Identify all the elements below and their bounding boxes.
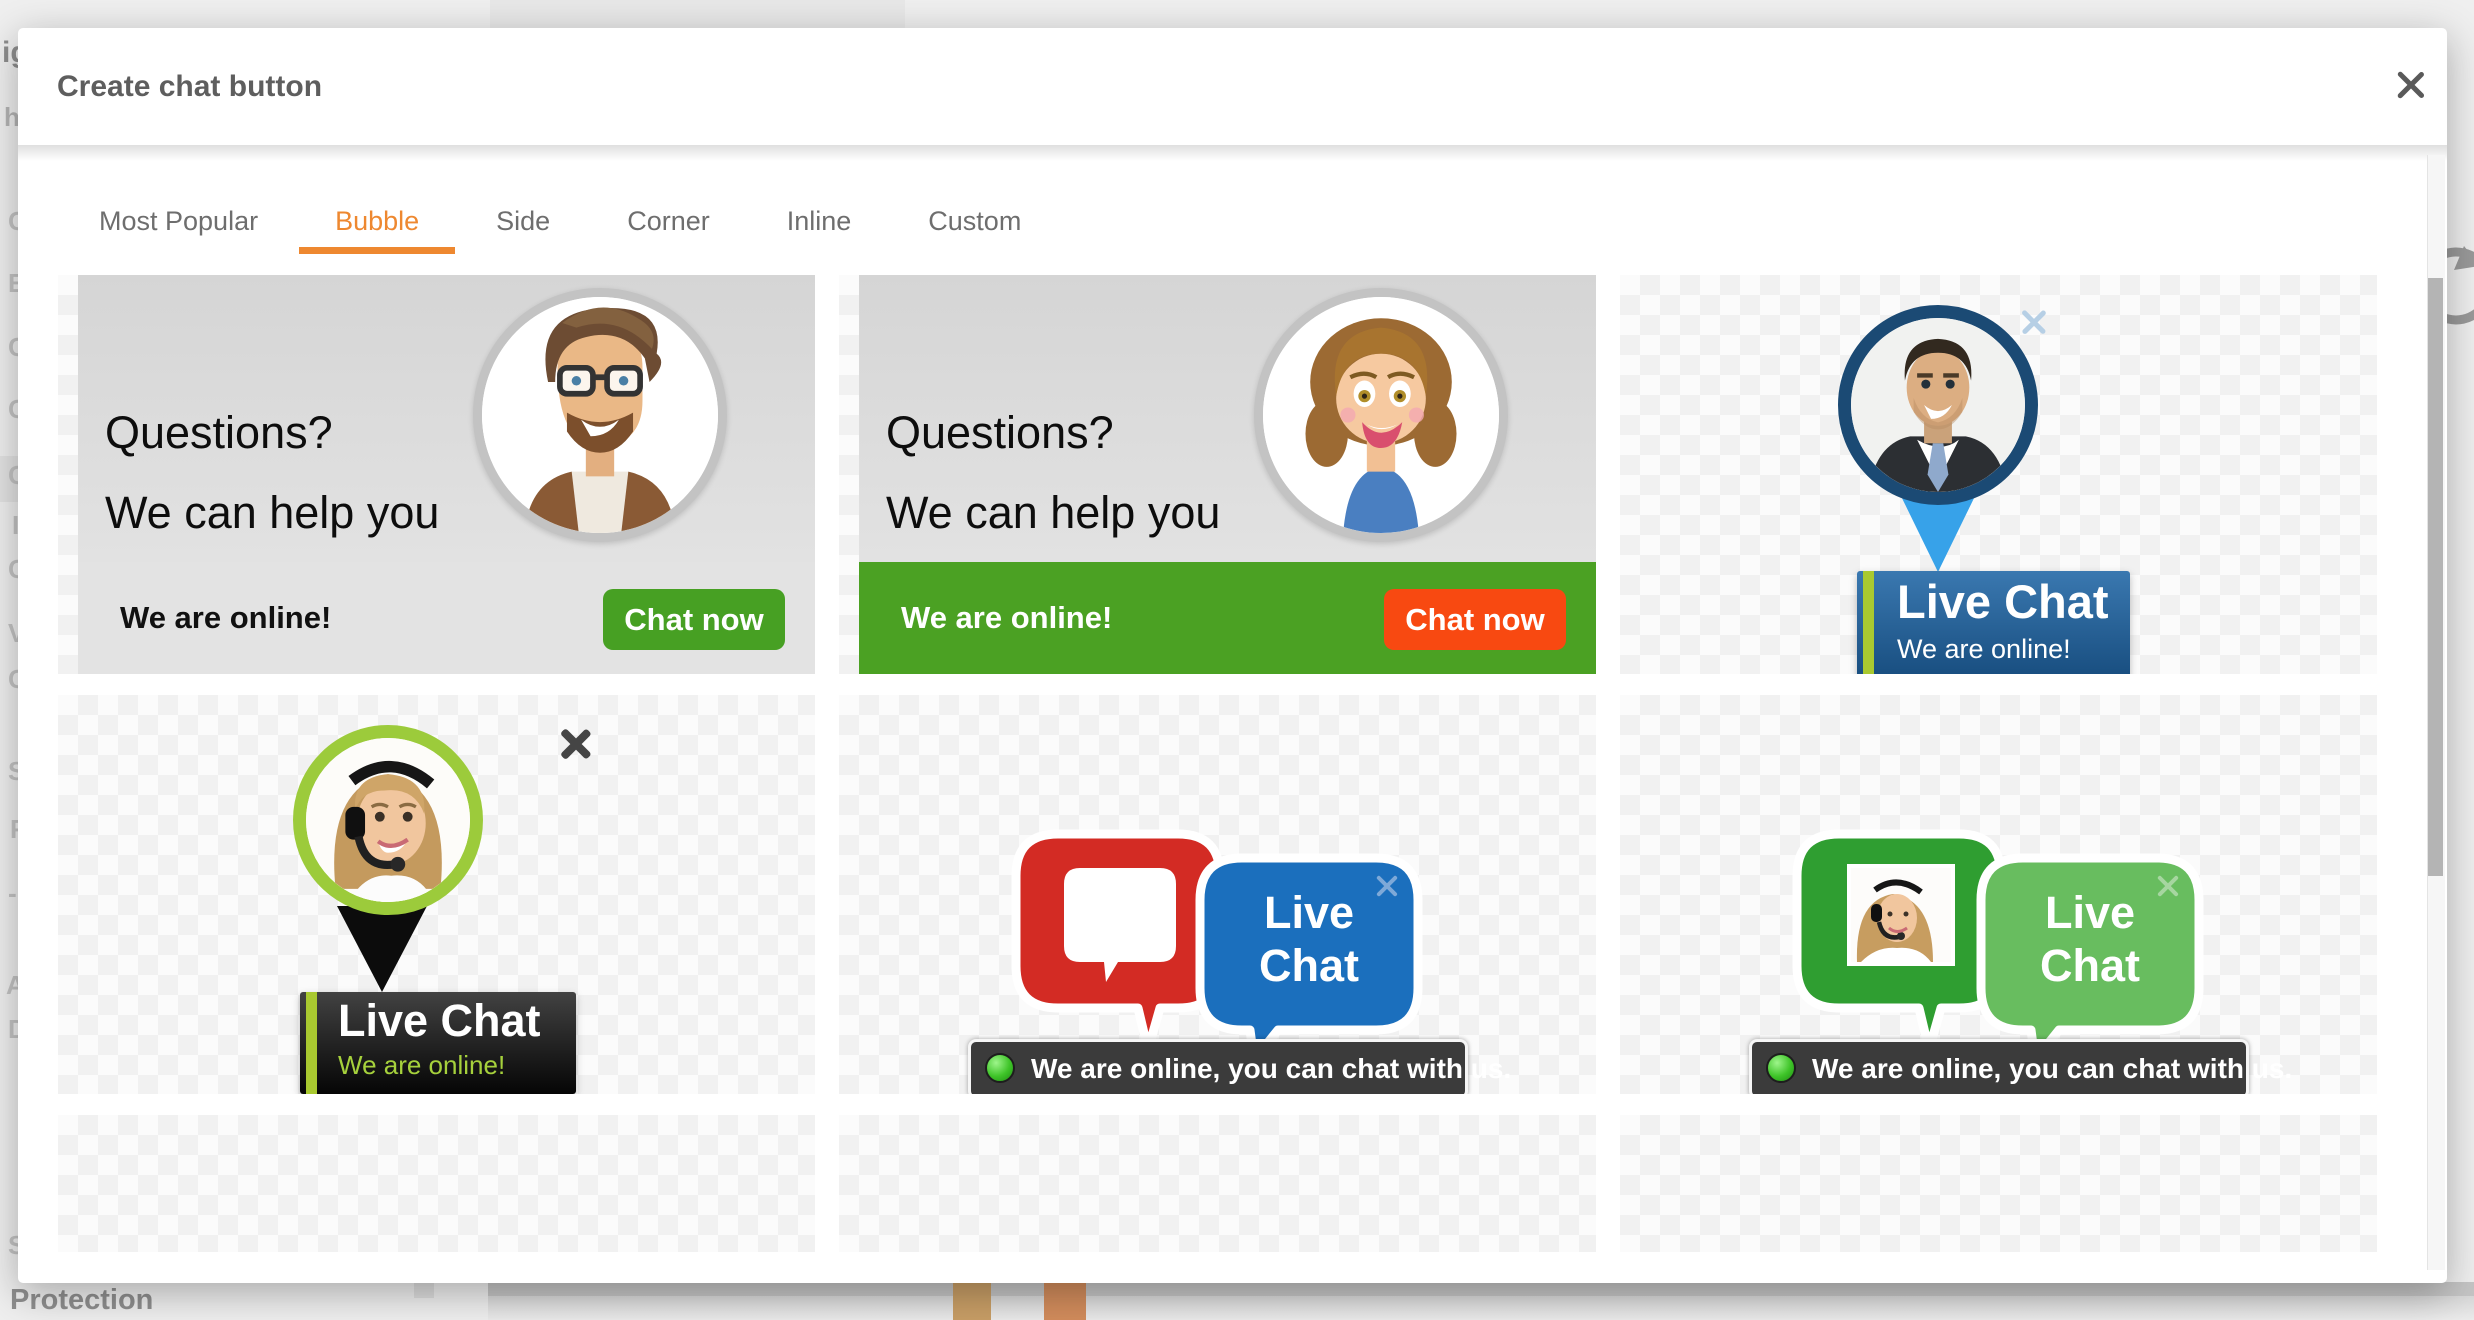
accent-stripe xyxy=(1863,571,1874,674)
status-text: We are online, you can chat with us. xyxy=(1812,1042,2292,1094)
tab-side[interactable]: Side xyxy=(496,204,550,254)
status-text: We are online, you can chat with us. xyxy=(1031,1042,1511,1094)
status-text: We are online! xyxy=(901,562,1112,674)
screen: ig h C E C C C I C V C S F - A D S Prote… xyxy=(0,0,2474,1320)
banner-heading: Questions? We can help you xyxy=(105,393,439,553)
status-text: We are online! xyxy=(120,562,331,674)
pin-pointer xyxy=(337,906,427,992)
template-card-partial[interactable] xyxy=(1620,1115,2377,1252)
agent-avatar-cartoon-woman xyxy=(1254,288,1508,542)
tab-custom[interactable]: Custom xyxy=(928,204,1021,254)
agent-avatar-cartoon-man xyxy=(473,288,727,542)
dialog-title: Create chat button xyxy=(57,70,322,104)
background-color-swatch xyxy=(1044,1282,1086,1320)
live-chat-box: Live Chat We are online! xyxy=(300,992,576,1094)
cartoon-woman-illustration xyxy=(1263,297,1499,533)
close-icon xyxy=(2019,307,2049,337)
status-text: We are online! xyxy=(1897,634,2071,665)
chat-now-button: Chat now xyxy=(603,589,785,650)
template-card-bubbles-green[interactable]: Live Chat We are online, you can chat wi… xyxy=(1620,695,2377,1094)
background-text-fragment: - xyxy=(8,880,17,906)
tab-corner[interactable]: Corner xyxy=(627,204,710,254)
background-divider-band xyxy=(488,1282,2474,1296)
online-status-bar: We are online, you can chat with us. xyxy=(968,1039,1468,1094)
scrollbar-thumb[interactable] xyxy=(2428,278,2443,876)
online-dot-icon xyxy=(985,1053,1015,1083)
online-dot-icon xyxy=(1766,1053,1796,1083)
template-card-pin-black[interactable]: Live Chat We are online! xyxy=(58,695,815,1094)
tab-bubble[interactable]: Bubble xyxy=(335,204,419,254)
agent-avatar-photo-woman xyxy=(293,725,483,915)
background-protection-label: Protection xyxy=(10,1284,153,1317)
template-card-partial[interactable] xyxy=(839,1115,1596,1252)
tab-inline[interactable]: Inline xyxy=(787,204,852,254)
live-chat-label: Live Chat xyxy=(1200,886,1418,992)
close-icon xyxy=(558,726,594,762)
background-divider-shadow xyxy=(488,1296,2474,1320)
background-top-block xyxy=(490,0,905,28)
template-card-banner-green[interactable]: We are online! Chat now Questions? We ca… xyxy=(839,275,1596,674)
accent-stripe xyxy=(306,992,317,1094)
status-text: We are online! xyxy=(338,1050,505,1081)
live-chat-label: Live Chat xyxy=(1981,886,2199,992)
template-card-banner-gray[interactable]: We are online! Chat now Questions? We ca… xyxy=(58,275,815,674)
close-icon xyxy=(1374,873,1400,899)
agent-avatar-photo-man xyxy=(1838,305,2038,505)
close-icon[interactable] xyxy=(2394,68,2428,102)
live-chat-label: Live Chat xyxy=(1897,576,2109,628)
banner-status-bar: We are online! Chat now xyxy=(78,562,815,674)
header-divider xyxy=(18,145,2447,161)
chat-now-button: Chat now xyxy=(1384,589,1566,650)
online-status-bar: We are online, you can chat with us. xyxy=(1749,1039,2249,1094)
live-chat-box: Live Chat We are online! xyxy=(1857,571,2130,674)
headset-woman-photo xyxy=(1851,868,1951,962)
banner-status-bar: We are online! Chat now xyxy=(859,562,1596,674)
template-card-partial[interactable] xyxy=(58,1115,815,1252)
tab-most-popular[interactable]: Most Popular xyxy=(99,204,258,254)
close-icon xyxy=(2155,873,2181,899)
background-color-swatch xyxy=(953,1282,991,1320)
template-card-pin-blue[interactable]: Live Chat We are online! xyxy=(1620,275,2377,674)
template-category-tabs: Most Popular Bubble Side Corner Inline C… xyxy=(99,204,1021,254)
live-chat-label: Live Chat xyxy=(338,996,541,1046)
template-card-bubbles-red-blue[interactable]: Live Chat We are online, you can chat wi… xyxy=(839,695,1596,1094)
man-photo-illustration xyxy=(1851,318,2025,492)
headset-woman-illustration xyxy=(306,738,470,902)
cartoon-man-illustration xyxy=(482,297,718,533)
banner-heading: Questions? We can help you xyxy=(886,393,1220,553)
